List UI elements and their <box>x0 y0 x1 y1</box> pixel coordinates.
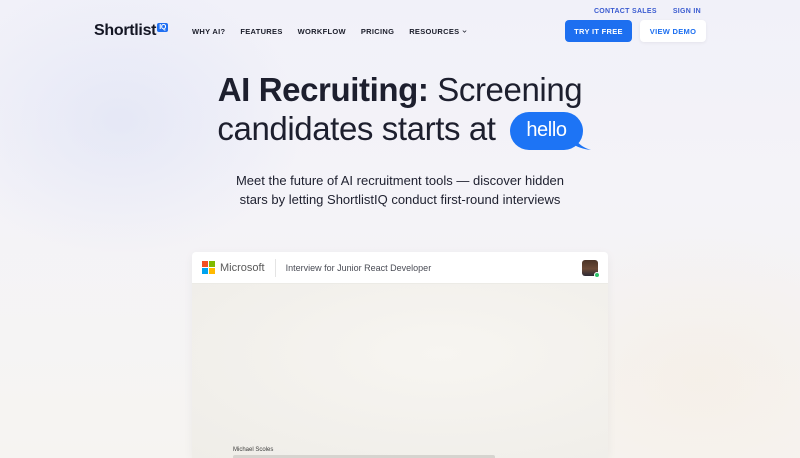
header-actions: TRY IT FREE VIEW DEMO <box>565 20 706 42</box>
interview-video-area: Michael Scoles <box>192 284 608 458</box>
headline-part: Screening <box>428 71 583 108</box>
online-status-icon <box>594 271 600 278</box>
try-it-free-button[interactable]: TRY IT FREE <box>565 20 632 42</box>
nav-item-features[interactable]: FEATURES <box>240 27 282 36</box>
utility-bar: CONTACT SALES SIGN IN <box>594 8 701 15</box>
hero-headline: AI Recruiting: Screening candidates star… <box>0 70 800 150</box>
candidate-avatar <box>582 259 600 278</box>
nav-item-label: WHY AI? <box>192 26 226 36</box>
bubble-tail-icon <box>572 136 591 150</box>
contact-sales-link[interactable]: CONTACT SALES <box>594 8 657 15</box>
divider <box>274 258 276 277</box>
microsoft-logo-icon <box>202 261 215 274</box>
nav-item-pricing[interactable]: PRICING <box>361 27 394 36</box>
logo[interactable]: Shortlist IQ <box>94 22 168 40</box>
hero: AI Recruiting: Screening candidates star… <box>0 70 800 209</box>
interview-header-bar: Microsoft Interview for Junior React Dev… <box>192 252 608 284</box>
headline-line-2: candidates starts at <box>217 110 496 147</box>
candidate-name: Michael Scoles <box>233 447 274 453</box>
chevron-down-icon <box>463 29 467 33</box>
sign-in-link[interactable]: SIGN IN <box>673 8 701 15</box>
nav-item-label: PRICING <box>360 26 395 36</box>
hello-chat-bubble: hello <box>510 112 591 150</box>
main-header: Shortlist IQ WHY AI? FEATURES WORKFLOW P… <box>94 20 706 42</box>
bubble-text: hello <box>526 119 567 141</box>
view-demo-button[interactable]: VIEW DEMO <box>640 20 706 42</box>
subhead-line-1: Meet the future of AI recruitment tools … <box>235 173 565 188</box>
nav-item-workflow[interactable]: WORKFLOW <box>298 27 346 36</box>
nav-item-resources[interactable]: RESOURCES <box>409 27 467 36</box>
interview-title: Interview for Junior React Developer <box>285 262 432 273</box>
nav-item-label: WORKFLOW <box>297 26 346 36</box>
hero-subheading: Meet the future of AI recruitment tools … <box>0 171 800 209</box>
interview-demo-card: Microsoft Interview for Junior React Dev… <box>192 252 608 458</box>
nav-item-label: RESOURCES <box>409 26 460 36</box>
nav-item-label: FEATURES <box>240 26 283 36</box>
primary-nav: WHY AI? FEATURES WORKFLOW PRICING RESOUR… <box>192 27 467 36</box>
headline-emphasis: AI Recruiting: <box>217 71 429 108</box>
logo-badge: IQ <box>157 23 168 32</box>
subhead-line-2: stars by letting ShortlistIQ conduct fir… <box>239 192 561 207</box>
company-name: Microsoft <box>220 261 265 274</box>
nav-item-why-ai[interactable]: WHY AI? <box>192 27 225 36</box>
logo-text: Shortlist <box>94 22 157 39</box>
